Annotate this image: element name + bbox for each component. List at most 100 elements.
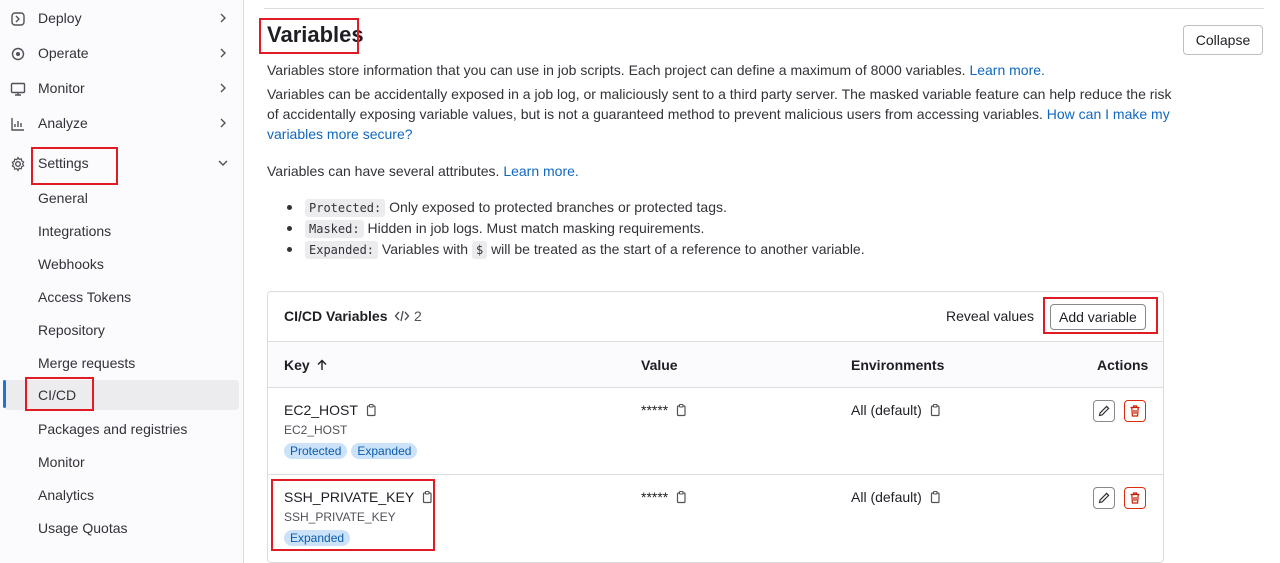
trash-icon xyxy=(1130,492,1140,504)
chevron-right-icon xyxy=(220,13,226,23)
active-indicator xyxy=(3,380,6,408)
sidebar-sub-label: Access Tokens xyxy=(38,289,132,305)
bullet-text: Variables with xyxy=(381,241,469,257)
key-cell: EC2_HOST xyxy=(284,402,378,418)
page-title: Variables xyxy=(267,22,364,47)
badge-group: Expanded xyxy=(284,530,351,546)
environment-value: All (default) xyxy=(851,402,922,418)
masked-value: ***** xyxy=(641,489,669,505)
copy-icon[interactable] xyxy=(364,403,378,417)
sidebar-sub-label: CI/CD xyxy=(38,387,77,403)
edit-button[interactable] xyxy=(1093,487,1115,509)
variable-key: SSH_PRIVATE_KEY xyxy=(284,489,415,505)
variable-count: 2 xyxy=(394,308,422,324)
sidebar-item-settings[interactable]: Settings xyxy=(0,147,244,179)
count-value: 2 xyxy=(414,308,422,324)
column-actions: Actions xyxy=(1097,357,1149,373)
sidebar-item-label: Operate xyxy=(38,45,89,61)
environment-value: All (default) xyxy=(851,489,922,505)
sidebar-sub-label: Usage Quotas xyxy=(38,520,128,536)
sidebar-sub-label: Packages and registries xyxy=(38,421,188,437)
gear-icon xyxy=(11,156,25,172)
card-title: CI/CD Variables xyxy=(284,308,388,324)
main-content: Variables Collapse Variables store infor… xyxy=(244,0,1280,563)
attribute-list: Protected: Only exposed to protected bra… xyxy=(267,197,865,260)
column-label: Key xyxy=(284,357,310,373)
arrow-up-icon xyxy=(317,359,327,370)
sidebar-item-operate[interactable]: Operate xyxy=(0,37,244,69)
bullet-text: will be treated as the start of a refere… xyxy=(491,241,865,257)
chevron-down-icon xyxy=(218,160,228,166)
copy-icon[interactable] xyxy=(674,490,688,504)
column-key[interactable]: Key xyxy=(284,357,328,373)
sidebar-sub-label: General xyxy=(38,190,88,206)
delete-button[interactable] xyxy=(1124,487,1146,509)
bullet-text: Only exposed to protected branches or pr… xyxy=(389,199,727,215)
sidebar-sub-cicd[interactable]: CI/CD xyxy=(4,380,239,410)
masked-value: ***** xyxy=(641,402,669,418)
reveal-values-toggle[interactable]: Reveal values xyxy=(946,308,1034,324)
list-item: Masked: Hidden in job logs. Must match m… xyxy=(267,218,865,239)
sidebar-sub-label: Integrations xyxy=(38,223,112,239)
deploy-icon xyxy=(11,12,25,26)
warning-body: Variables can be accidentally exposed in… xyxy=(267,86,1172,122)
copy-icon[interactable] xyxy=(674,403,688,417)
list-item: Expanded: Variables with $ will be treat… xyxy=(267,239,865,260)
sidebar-item-label: Analyze xyxy=(38,115,88,131)
chevron-right-icon xyxy=(220,83,226,93)
variable-key-description: SSH_PRIVATE_KEY xyxy=(284,510,396,524)
edit-button[interactable] xyxy=(1093,400,1115,422)
value-cell: ***** xyxy=(641,402,688,418)
collapse-button[interactable]: Collapse xyxy=(1183,25,1263,55)
copy-icon[interactable] xyxy=(928,490,942,504)
sidebar-item-deploy[interactable]: Deploy xyxy=(0,2,244,34)
analyze-icon xyxy=(11,118,24,131)
column-environments: Environments xyxy=(851,357,945,373)
card-header: CI/CD Variables 2 Reveal values Add vari… xyxy=(268,292,1163,342)
sidebar-sub-analytics[interactable]: Analytics xyxy=(0,480,240,510)
warning-text: Variables can be accidentally exposed in… xyxy=(267,84,1172,144)
sidebar-sub-integrations[interactable]: Integrations xyxy=(0,216,240,246)
value-cell: ***** xyxy=(641,489,688,505)
sidebar-sub-usage-quotas[interactable]: Usage Quotas xyxy=(0,513,240,543)
sidebar-sub-label: Monitor xyxy=(38,454,85,470)
sidebar-item-label: Deploy xyxy=(38,10,82,26)
status-badge: Expanded xyxy=(284,530,351,546)
learn-more-link[interactable]: Learn more. xyxy=(969,62,1044,78)
sidebar-item-label: Monitor xyxy=(38,80,85,96)
trash-icon xyxy=(1130,405,1140,417)
sidebar-sub-monitor[interactable]: Monitor xyxy=(0,447,240,477)
sidebar-item-analyze[interactable]: Analyze xyxy=(0,107,244,139)
sidebar-sub-merge-requests[interactable]: Merge requests xyxy=(0,348,240,378)
sidebar-sub-webhooks[interactable]: Webhooks xyxy=(0,249,240,279)
code-expanded: Expanded: xyxy=(305,241,379,259)
sidebar-item-label: Settings xyxy=(38,155,89,171)
attributes-body: Variables can have several attributes. xyxy=(267,163,500,179)
sidebar-sub-packages[interactable]: Packages and registries xyxy=(0,414,240,444)
code-masked: Masked: xyxy=(305,220,364,238)
add-variable-button[interactable]: Add variable xyxy=(1050,304,1146,330)
delete-button[interactable] xyxy=(1124,400,1146,422)
sidebar-sub-label: Merge requests xyxy=(38,355,136,371)
sidebar-item-monitor[interactable]: Monitor xyxy=(0,72,244,104)
badge-group: Protected Expanded xyxy=(284,443,418,459)
sidebar-sub-access-tokens[interactable]: Access Tokens xyxy=(0,282,240,312)
chevron-right-icon xyxy=(220,48,226,58)
copy-icon[interactable] xyxy=(928,403,942,417)
attributes-text: Variables can have several attributes. L… xyxy=(267,161,1172,181)
operate-icon xyxy=(11,47,25,61)
code-protected: Protected: xyxy=(305,199,386,217)
attributes-learn-more-link[interactable]: Learn more. xyxy=(503,163,578,179)
cicd-variables-card: CI/CD Variables 2 Reveal values Add vari… xyxy=(267,291,1164,563)
environment-cell: All (default) xyxy=(851,402,942,418)
copy-icon[interactable] xyxy=(420,490,434,504)
code-dollar: $ xyxy=(471,241,488,259)
environment-cell: All (default) xyxy=(851,489,942,505)
table-row: SSH_PRIVATE_KEY SSH_PRIVATE_KEY Expanded… xyxy=(268,475,1163,562)
pencil-icon xyxy=(1098,492,1110,504)
monitor-icon xyxy=(10,82,26,96)
sidebar-sub-general[interactable]: General xyxy=(0,183,240,213)
variable-key: EC2_HOST xyxy=(284,402,358,418)
sidebar-sub-repository[interactable]: Repository xyxy=(0,315,240,345)
table-row: EC2_HOST EC2_HOST Protected Expanded ***… xyxy=(268,388,1163,475)
